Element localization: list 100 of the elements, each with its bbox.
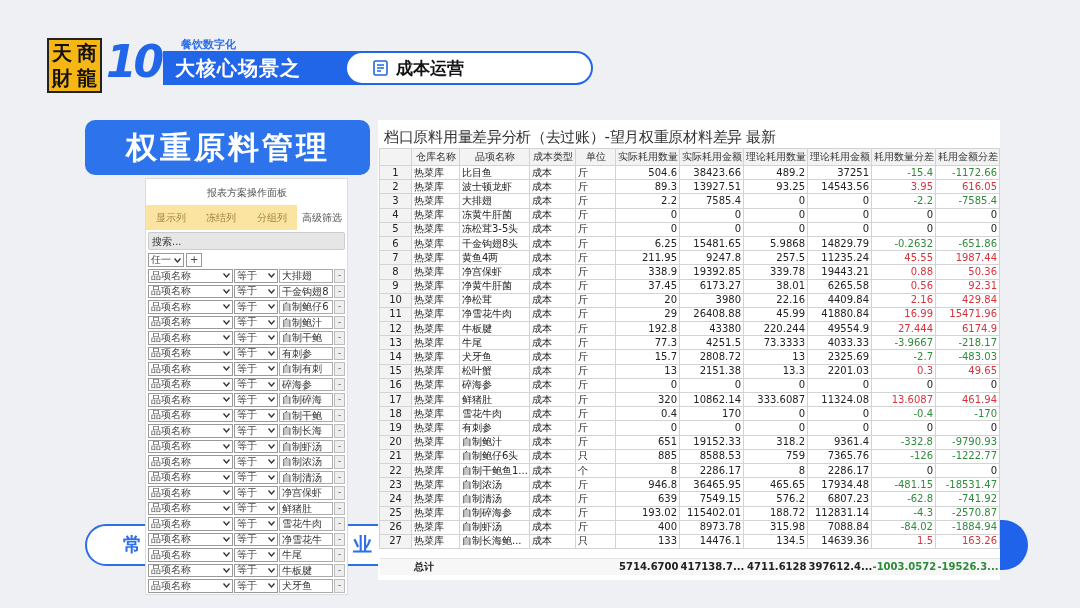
value-field[interactable]: 大排翅 (279, 269, 334, 283)
field-dropdown[interactable]: 品项名称 (148, 455, 233, 469)
operator-dropdown[interactable]: 等于 (233, 563, 279, 577)
value-field[interactable]: 自制有刺 (279, 362, 334, 376)
search-field[interactable]: 搜索... (148, 232, 345, 250)
value-field[interactable]: 自制清汤 (279, 470, 334, 484)
operator-dropdown[interactable]: 等于 (233, 300, 279, 314)
field-dropdown[interactable]: 品项名称 (148, 331, 233, 345)
operator-dropdown[interactable]: 等于 (233, 377, 279, 391)
remove-button[interactable]: - (334, 470, 345, 484)
remove-button[interactable]: - (334, 377, 345, 391)
remove-button[interactable]: - (334, 548, 345, 562)
field-dropdown[interactable]: 品项名称 (148, 300, 233, 314)
operator-dropdown[interactable]: 等于 (233, 346, 279, 360)
remove-button[interactable]: - (334, 486, 345, 500)
field-dropdown[interactable]: 品项名称 (148, 563, 233, 577)
field-dropdown[interactable]: 品项名称 (148, 501, 233, 515)
operator-dropdown[interactable]: 等于 (233, 393, 279, 407)
operator-dropdown[interactable]: 等于 (233, 532, 279, 546)
table-cell: -0.4 (871, 406, 936, 421)
field-dropdown[interactable]: 品项名称 (148, 346, 233, 360)
remove-button[interactable]: - (334, 563, 345, 577)
table-cell: 成本 (529, 208, 576, 223)
operator-dropdown[interactable]: 等于 (233, 315, 279, 329)
value-field[interactable]: 牛板腱 (279, 563, 334, 577)
table-cell: -2.2 (871, 193, 936, 209)
remove-button[interactable]: - (334, 424, 345, 438)
table-cell: 成本 (529, 491, 576, 506)
value-field[interactable]: 有刺参 (279, 346, 334, 360)
remove-button[interactable]: - (334, 408, 345, 422)
match-dropdown[interactable]: 任一 (148, 253, 184, 267)
field-dropdown[interactable]: 品项名称 (148, 408, 233, 422)
remove-button[interactable]: - (334, 269, 345, 283)
operator-dropdown[interactable]: 等于 (233, 284, 279, 298)
value-field[interactable]: 鲜猪肚 (279, 501, 334, 515)
remove-button[interactable]: - (334, 579, 345, 593)
value-field[interactable]: 自制浓汤 (279, 455, 334, 469)
value-field[interactable]: 自制干鲍 (279, 331, 334, 345)
field-dropdown[interactable]: 品项名称 (148, 470, 233, 484)
field-dropdown[interactable]: 品项名称 (148, 269, 233, 283)
operator-dropdown[interactable]: 等于 (233, 517, 279, 531)
field-dropdown[interactable]: 品项名称 (148, 284, 233, 298)
operator-dropdown[interactable]: 等于 (233, 331, 279, 345)
operator-dropdown[interactable]: 等于 (233, 362, 279, 376)
remove-button[interactable]: - (334, 331, 345, 345)
field-dropdown[interactable]: 品项名称 (148, 486, 233, 500)
value-field[interactable]: 自制鲍汁 (279, 315, 334, 329)
value-field[interactable]: 自制碎海 (279, 393, 334, 407)
remove-button[interactable]: - (334, 362, 345, 376)
table-cell: -741.92 (935, 491, 1000, 506)
remove-button[interactable]: - (334, 517, 345, 531)
operator-dropdown[interactable]: 等于 (233, 269, 279, 283)
operator-dropdown[interactable]: 等于 (233, 455, 279, 469)
remove-button[interactable]: - (334, 532, 345, 546)
add-button[interactable]: + (186, 253, 203, 267)
value-field[interactable]: 牛尾 (279, 548, 334, 562)
remove-button[interactable]: - (334, 346, 345, 360)
field-dropdown[interactable]: 品项名称 (148, 548, 233, 562)
value-field[interactable]: 自制干鲍 (279, 408, 334, 422)
operator-dropdown[interactable]: 等于 (233, 486, 279, 500)
value-field[interactable]: 净宫保虾 (279, 486, 334, 500)
table-cell: 15471.96 (935, 307, 1000, 322)
value-field[interactable]: 自制虾汤 (279, 439, 334, 453)
value-field[interactable]: 净雪花牛 (279, 532, 334, 546)
table-cell: 热菜库 (411, 378, 460, 393)
table-cell: 2.2 (615, 193, 680, 209)
table-cell: 0 (807, 420, 872, 436)
remove-button[interactable]: - (334, 300, 345, 314)
panel-tab[interactable]: 高级筛选 (296, 205, 347, 230)
field-dropdown[interactable]: 品项名称 (148, 377, 233, 391)
remove-button[interactable]: - (334, 439, 345, 453)
value-field[interactable]: 雪花牛肉 (279, 517, 334, 531)
value-field[interactable]: 自制鲍仔6 (279, 300, 334, 314)
remove-button[interactable]: - (334, 501, 345, 515)
field-dropdown[interactable]: 品项名称 (148, 532, 233, 546)
operator-dropdown[interactable]: 等于 (233, 579, 279, 593)
operator-dropdown[interactable]: 等于 (233, 408, 279, 422)
operator-dropdown[interactable]: 等于 (233, 501, 279, 515)
operator-dropdown[interactable]: 等于 (233, 424, 279, 438)
field-dropdown[interactable]: 品项名称 (148, 362, 233, 376)
field-dropdown[interactable]: 品项名称 (148, 517, 233, 531)
value-field[interactable]: 干金钩翅8 (279, 284, 334, 298)
field-dropdown[interactable]: 品项名称 (148, 439, 233, 453)
remove-button[interactable]: - (334, 315, 345, 329)
field-dropdown[interactable]: 品项名称 (148, 424, 233, 438)
field-dropdown[interactable]: 品项名称 (148, 315, 233, 329)
table-cell: 成本 (529, 477, 576, 492)
remove-button[interactable]: - (334, 284, 345, 298)
remove-button[interactable]: - (334, 393, 345, 407)
operator-dropdown[interactable]: 等于 (233, 439, 279, 453)
operator-dropdown[interactable]: 等于 (233, 470, 279, 484)
value-field[interactable]: 犬牙鱼 (279, 579, 334, 593)
value-field[interactable]: 碎海参 (279, 377, 334, 391)
field-dropdown[interactable]: 品项名称 (148, 579, 233, 593)
remove-button[interactable]: - (334, 455, 345, 469)
table-cell: 热菜库 (411, 491, 460, 506)
operator-dropdown[interactable]: 等于 (233, 548, 279, 562)
table-cell: 0 (615, 208, 680, 223)
field-dropdown[interactable]: 品项名称 (148, 393, 233, 407)
value-field[interactable]: 自制长海 (279, 424, 334, 438)
